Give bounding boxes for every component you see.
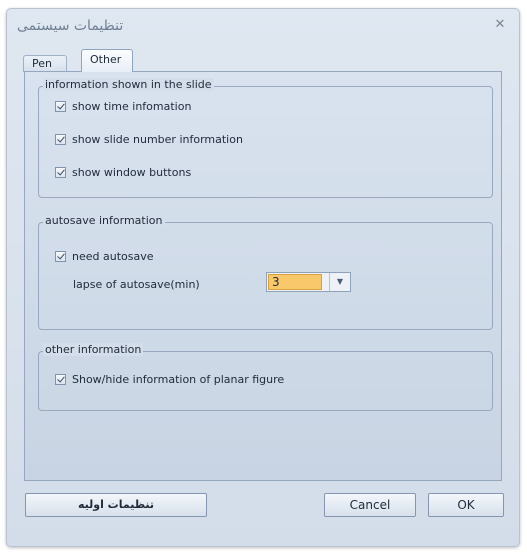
- group-title: other information: [43, 343, 144, 356]
- title-bar: تنظیمات سیستمی ✕: [7, 9, 519, 45]
- group-title: information shown in the slide: [43, 78, 214, 91]
- ok-button[interactable]: OK: [428, 493, 504, 517]
- group-autosave-information: autosave information need autosave lapse…: [38, 214, 493, 330]
- group-other-information: other information Show/hide information …: [38, 343, 493, 411]
- group-slide-information: information shown in the slide show time…: [38, 78, 493, 198]
- lapse-of-autosave-label: lapse of autosave(min): [73, 277, 200, 291]
- checkbox-label: show window buttons: [72, 165, 192, 179]
- defaults-button[interactable]: تنظیمات اولیه: [25, 493, 207, 517]
- checkbox-checked-icon[interactable]: [55, 166, 66, 178]
- chevron-down-icon[interactable]: ▼: [329, 273, 350, 291]
- checkbox-label: need autosave: [72, 249, 154, 263]
- checkbox-checked-icon[interactable]: [55, 373, 66, 385]
- tab-panel-other: information shown in the slide show time…: [24, 71, 502, 481]
- window-title: تنظیمات سیستمی: [17, 18, 124, 34]
- show-slide-number-checkbox-row[interactable]: show slide number information: [55, 132, 243, 146]
- cancel-button[interactable]: Cancel: [324, 493, 416, 517]
- close-icon[interactable]: ✕: [493, 18, 507, 32]
- checkbox-label: show slide number information: [72, 132, 243, 146]
- checkbox-checked-icon[interactable]: [55, 100, 66, 112]
- tab-pen[interactable]: Pen: [23, 55, 67, 72]
- checkbox-checked-icon[interactable]: [55, 250, 66, 262]
- lapse-of-autosave-select[interactable]: 3 ▼: [266, 272, 351, 292]
- show-window-buttons-checkbox-row[interactable]: show window buttons: [55, 165, 191, 179]
- checkbox-label: show time infomation: [72, 99, 192, 113]
- need-autosave-checkbox-row[interactable]: need autosave: [55, 249, 154, 263]
- tab-other[interactable]: Other: [81, 49, 133, 72]
- group-title: autosave information: [43, 214, 165, 227]
- settings-dialog: تنظیمات سیستمی ✕ Pen Other information s…: [6, 8, 520, 547]
- checkbox-checked-icon[interactable]: [55, 133, 66, 145]
- lapse-of-autosave-value[interactable]: 3: [268, 274, 322, 290]
- show-time-checkbox-row[interactable]: show time infomation: [55, 99, 191, 113]
- checkbox-label: Show/hide information of planar figure: [72, 372, 285, 386]
- planar-figure-checkbox-row[interactable]: Show/hide information of planar figure: [55, 372, 284, 386]
